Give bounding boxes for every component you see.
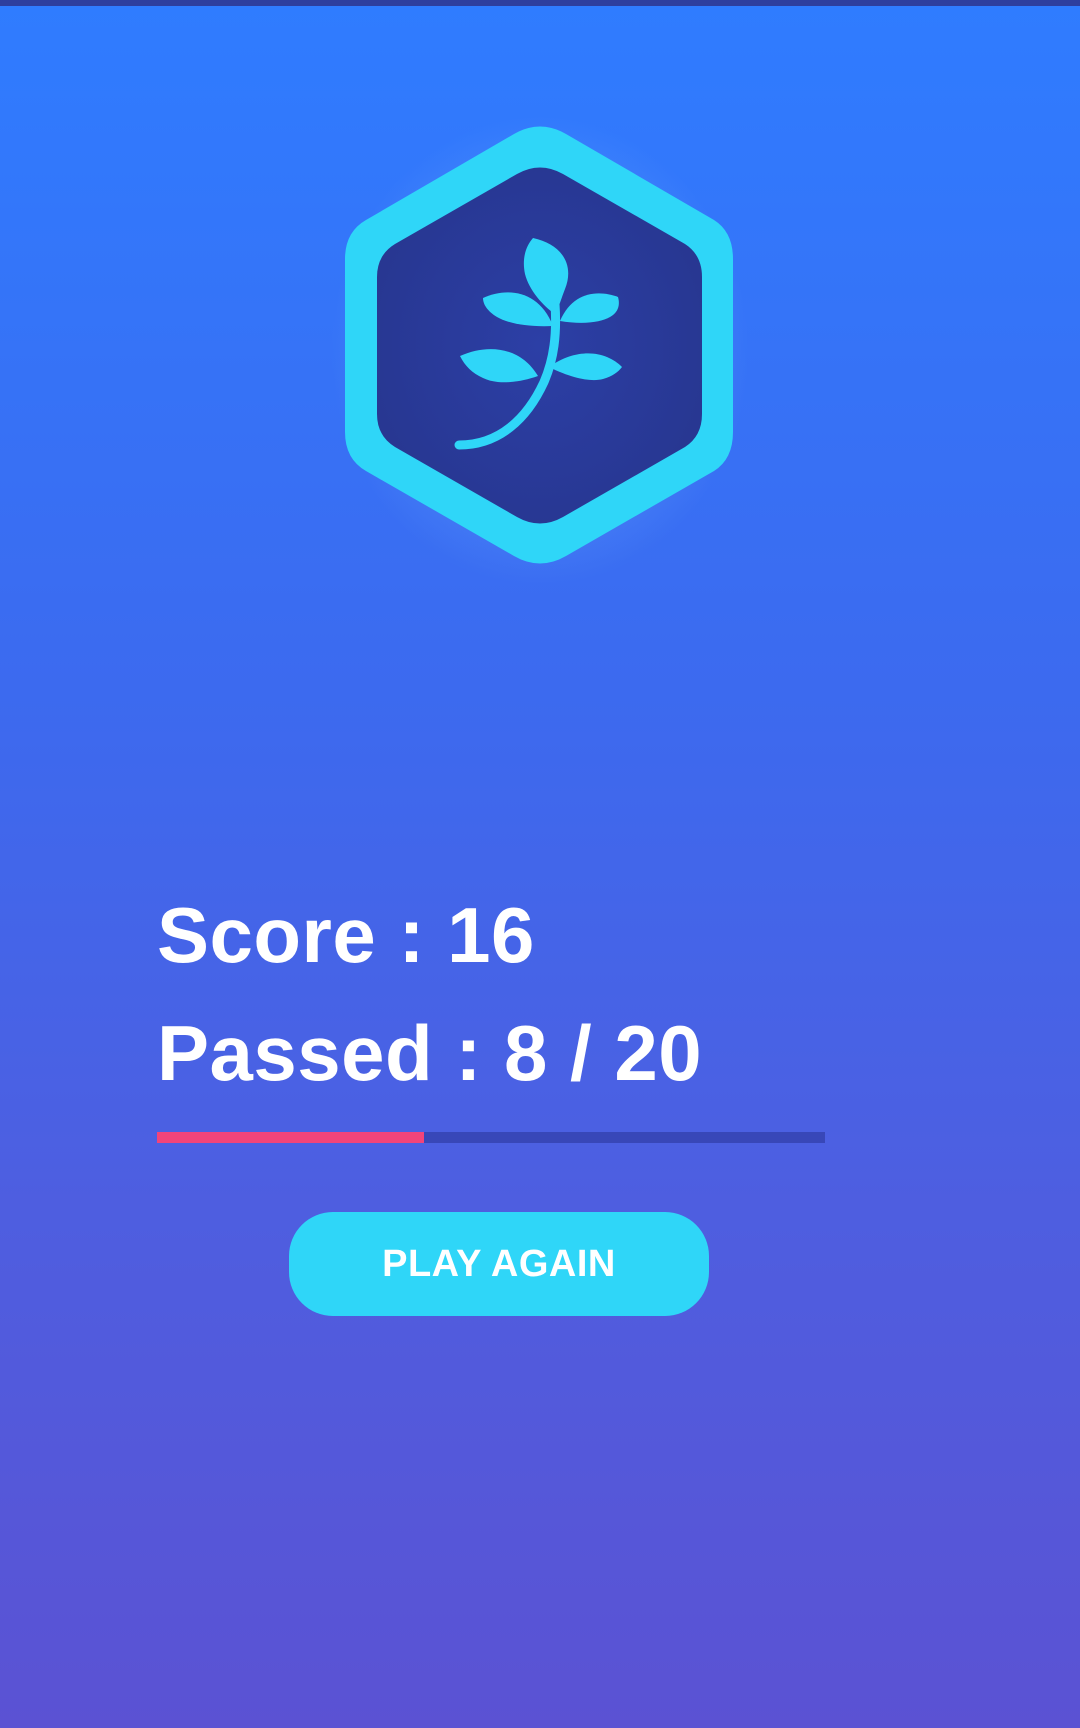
status-bar [0, 0, 1080, 6]
play-again-button[interactable]: PLAY AGAIN [289, 1212, 709, 1316]
hexagon-badge-icon [345, 126, 733, 564]
progress-bar-fill [157, 1132, 425, 1143]
progress-bar [157, 1132, 825, 1143]
achievement-badge [329, 114, 751, 588]
passed-text: Passed : 8 / 20 [157, 1009, 703, 1097]
score-text: Score : 16 [157, 891, 535, 979]
